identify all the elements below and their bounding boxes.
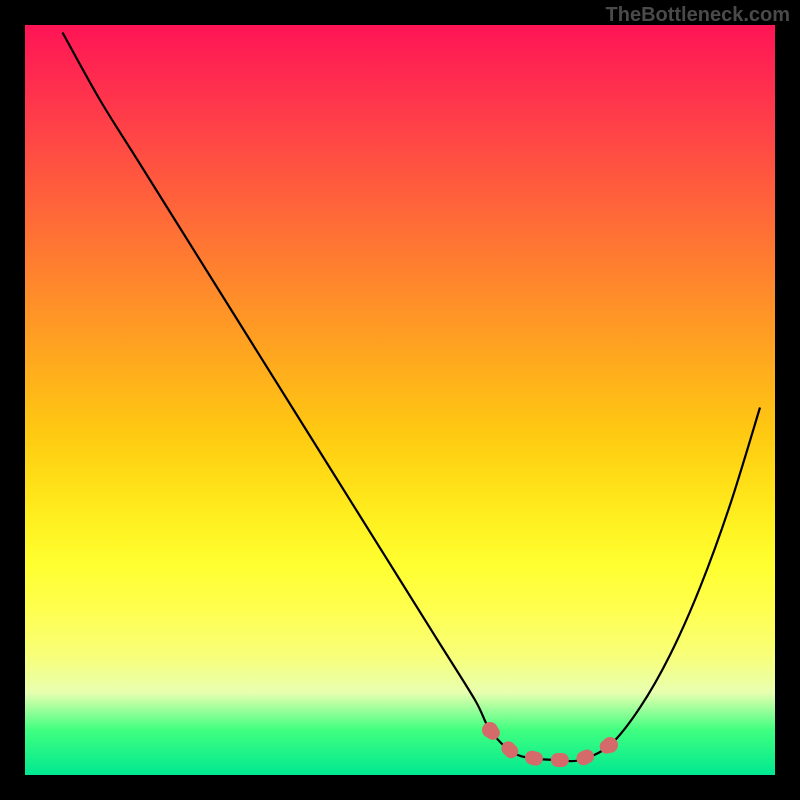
bottleneck-curve: [25, 25, 775, 775]
chart-plot-area: [25, 25, 775, 775]
watermark-text: TheBottleneck.com: [606, 4, 790, 27]
